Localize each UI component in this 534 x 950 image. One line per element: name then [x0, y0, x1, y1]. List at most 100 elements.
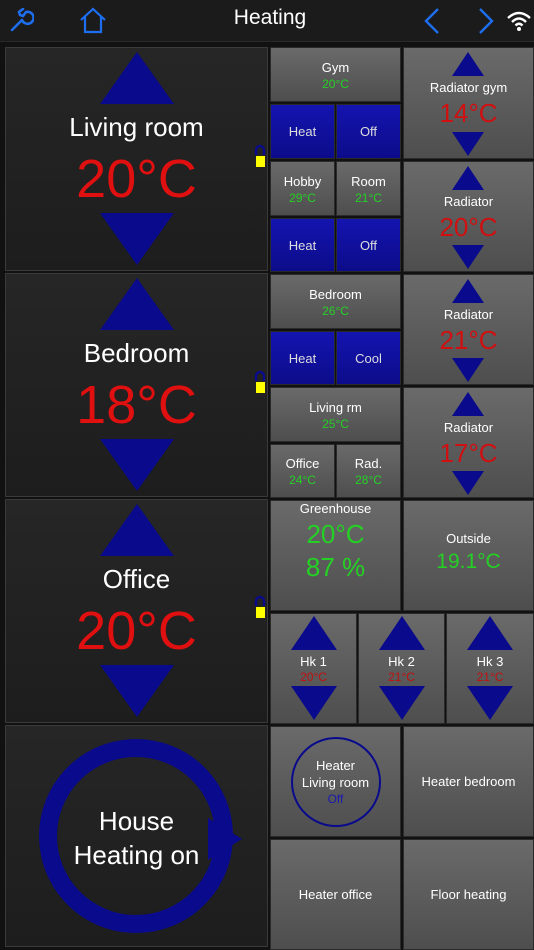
tile-value: 28°C: [355, 473, 382, 487]
tile-hobby[interactable]: Hobby 29°C: [270, 161, 335, 216]
room-panel-office: Office 20°C: [5, 499, 268, 723]
wrench-icon[interactable]: [6, 6, 36, 36]
hk-down-button[interactable]: [379, 686, 425, 720]
tile-label: Gym: [321, 60, 350, 75]
hk-temperature: 21°C: [476, 670, 504, 684]
tile-value: 24°C: [289, 473, 316, 487]
radiator-down-button[interactable]: [452, 245, 484, 269]
lock-icon[interactable]: [253, 594, 267, 620]
lock-icon[interactable]: [253, 369, 267, 395]
heat-button[interactable]: Heat: [270, 218, 335, 272]
tile-label: Office: [285, 456, 320, 471]
heat-button[interactable]: Heat: [270, 331, 335, 385]
tile-label: Hobby: [283, 174, 322, 189]
radiator-up-button[interactable]: [452, 392, 484, 416]
room-name: Office: [102, 564, 171, 594]
heater-label-line1: Heater: [315, 758, 356, 773]
heater-state: Off: [327, 792, 344, 806]
temp-down-button[interactable]: [100, 439, 174, 491]
outside-temperature: 19.1°C: [436, 550, 501, 573]
tile-greenhouse[interactable]: Greenhouse 20°C 87 %: [270, 500, 401, 611]
house-label: House: [98, 806, 175, 836]
heater-label: Floor heating: [430, 887, 507, 902]
hk-up-button[interactable]: [467, 616, 513, 650]
hk-down-button[interactable]: [291, 686, 337, 720]
radiator-label: Radiator gym: [429, 80, 508, 95]
radiator-up-button[interactable]: [452, 52, 484, 76]
temp-up-button[interactable]: [100, 504, 174, 556]
greenhouse-temperature: 20°C: [306, 519, 365, 549]
tile-label: Outside: [446, 531, 491, 546]
hk-down-button[interactable]: [467, 686, 513, 720]
room-temperature: 18°C: [76, 375, 197, 435]
tile-bedroom[interactable]: Bedroom 26°C: [270, 274, 401, 329]
tile-living-rm[interactable]: Living rm 25°C: [270, 387, 401, 442]
radiator-temperature: 17°C: [439, 438, 498, 468]
heater-label: Heater office: [298, 887, 373, 902]
hk-up-button[interactable]: [291, 616, 337, 650]
wifi-icon: [505, 8, 533, 34]
tile-label: Room: [351, 174, 386, 189]
off-button[interactable]: Off: [336, 218, 401, 272]
heater-office-button[interactable]: Heater office: [270, 839, 401, 950]
tile-rad[interactable]: Rad. 28°C: [336, 444, 401, 498]
radiator-temperature: 14°C: [439, 98, 498, 128]
tile-gym[interactable]: Gym 20°C: [270, 47, 401, 102]
tile-office[interactable]: Office 24°C: [270, 444, 335, 498]
radiator-label: Radiator: [443, 194, 494, 209]
tile-room[interactable]: Room 21°C: [336, 161, 401, 216]
heater-label: Heater bedroom: [421, 774, 516, 789]
radiator-4: Radiator 17°C: [403, 387, 534, 498]
tile-label: Living rm: [309, 400, 362, 415]
lock-icon[interactable]: [253, 143, 267, 169]
hk-3: Hk 3 21°C: [446, 613, 534, 724]
heat-button[interactable]: Heat: [270, 104, 335, 159]
chevron-right-icon[interactable]: [474, 5, 498, 37]
room-panel-bedroom: Bedroom 18°C: [5, 273, 268, 497]
radiator-down-button[interactable]: [452, 132, 484, 156]
radiator-label: Radiator: [443, 420, 494, 435]
cool-button[interactable]: Cool: [336, 331, 401, 385]
tile-value: 25°C: [322, 417, 349, 431]
room-name: Living room: [69, 112, 204, 142]
tile-value: 26°C: [322, 304, 349, 318]
hk-1: Hk 1 20°C: [270, 613, 357, 724]
off-button[interactable]: Off: [336, 104, 401, 159]
hk-temperature: 21°C: [388, 670, 415, 684]
hk-label: Hk 2: [388, 654, 415, 669]
radiator-label: Radiator: [443, 307, 494, 322]
hk-2: Hk 2 21°C: [358, 613, 445, 724]
greenhouse-humidity: 87 %: [305, 552, 366, 582]
radiator-up-button[interactable]: [452, 279, 484, 303]
heater-living-room-button[interactable]: Heater Living room Off: [270, 726, 401, 837]
room-temperature: 20°C: [76, 149, 197, 209]
radiator-2: Radiator 20°C: [403, 161, 534, 272]
heater-label-line2: Living room: [301, 775, 370, 790]
hk-label: Hk 1: [300, 654, 327, 669]
temp-up-button[interactable]: [100, 52, 174, 104]
temp-up-button[interactable]: [100, 278, 174, 330]
page-title: Heating: [233, 6, 307, 29]
radiator-temperature: 20°C: [439, 212, 498, 242]
radiator-gym: Radiator gym 14°C: [403, 47, 534, 159]
hk-temperature: 20°C: [300, 670, 327, 684]
radiator-temperature: 21°C: [439, 325, 498, 355]
tile-label: Rad.: [354, 456, 383, 471]
heater-bedroom-button[interactable]: Heater bedroom: [403, 726, 534, 837]
radiator-up-button[interactable]: [452, 166, 484, 190]
chevron-left-icon[interactable]: [420, 5, 444, 37]
heating-status-label: Heating on: [73, 840, 200, 870]
hk-up-button[interactable]: [379, 616, 425, 650]
home-icon[interactable]: [77, 4, 109, 36]
radiator-3: Radiator 21°C: [403, 274, 534, 385]
radiator-down-button[interactable]: [452, 358, 484, 382]
radiator-down-button[interactable]: [452, 471, 484, 495]
temp-down-button[interactable]: [100, 665, 174, 717]
temp-down-button[interactable]: [100, 213, 174, 265]
tile-label: Greenhouse: [299, 501, 372, 516]
tile-label: Bedroom: [309, 287, 362, 302]
floor-heating-button[interactable]: Floor heating: [403, 839, 534, 950]
house-heating-button[interactable]: House Heating on: [5, 725, 268, 947]
tile-value: 29°C: [289, 191, 316, 205]
tile-outside[interactable]: Outside 19.1°C: [403, 500, 534, 611]
